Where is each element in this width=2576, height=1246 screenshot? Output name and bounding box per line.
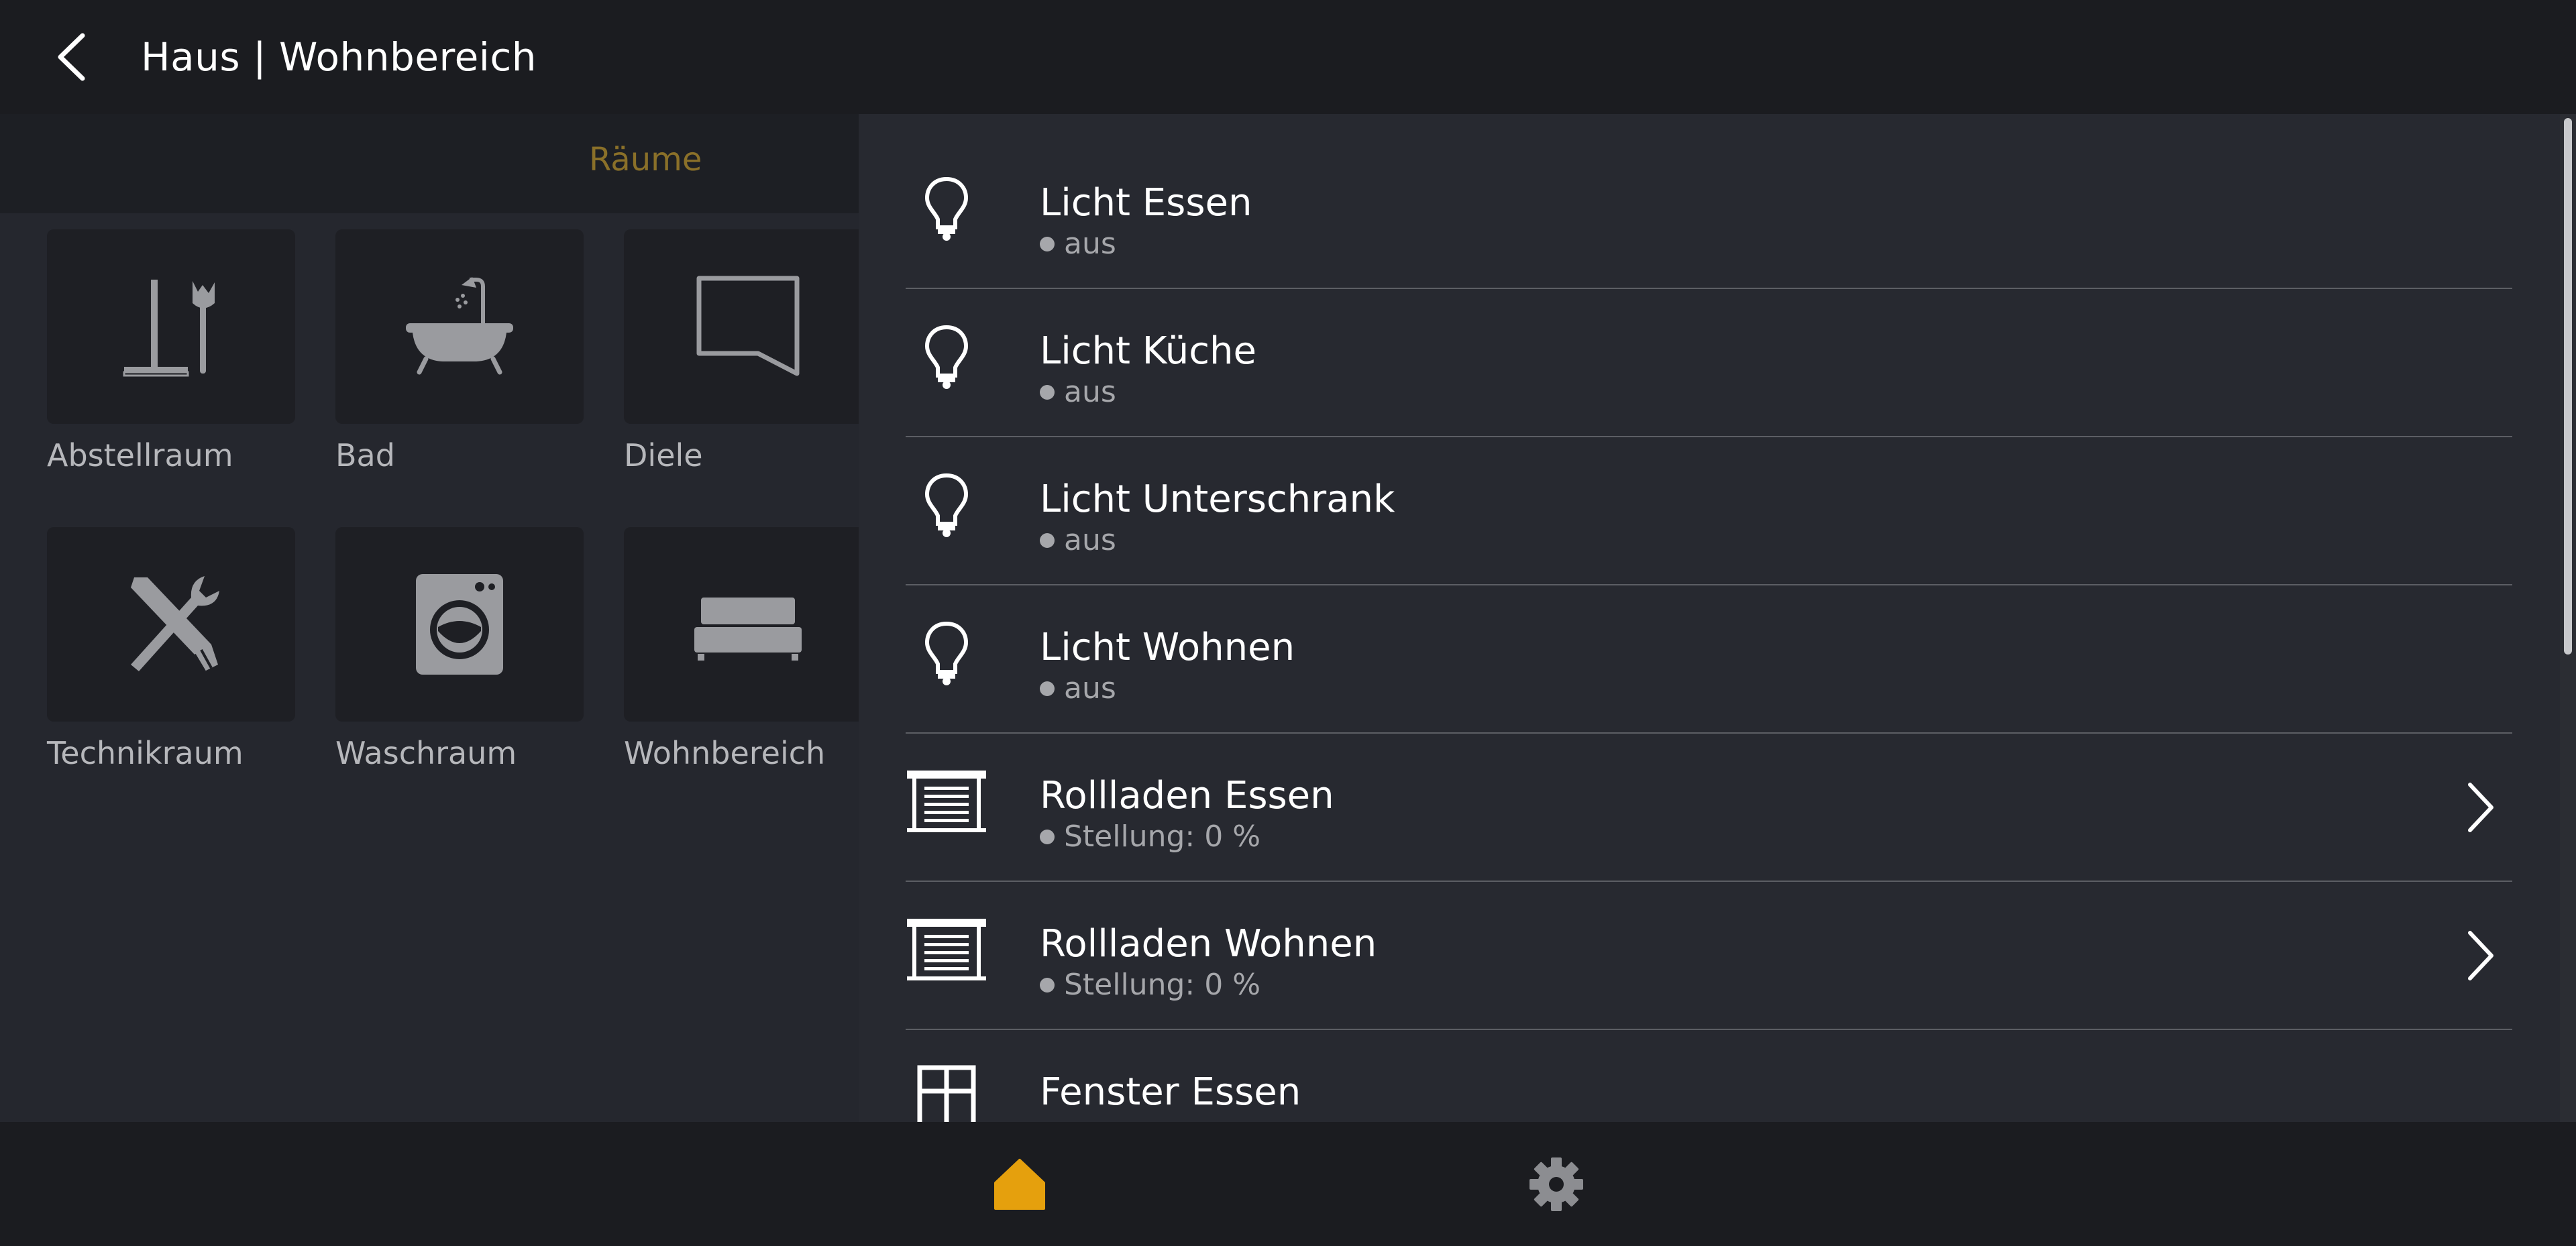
device-row-licht-kueche[interactable]: Licht Küche aus (906, 289, 2512, 437)
room-label: Technikraum (47, 735, 244, 771)
hallway-icon (696, 276, 800, 376)
lightbulb-icon (906, 168, 987, 249)
status-text: Stellung: 0 % (1064, 819, 1261, 854)
top-bar: Haus | Wohnbereich (0, 0, 2576, 114)
status-dot (1040, 681, 1055, 696)
chevron-right-icon[interactable] (2453, 781, 2507, 834)
device-row-rollladen-wohnen[interactable]: Rollladen Wohnen Stellung: 0 % (906, 882, 2512, 1030)
settings-button[interactable] (1519, 1147, 1593, 1221)
device-row-rollladen-essen[interactable]: Rollladen Essen Stellung: 0 % (906, 734, 2512, 882)
gear-icon (1529, 1157, 1583, 1211)
scrollbar[interactable] (2560, 114, 2576, 1122)
room-technikraum[interactable]: Technikraum (47, 527, 295, 775)
device-status: Stellung: 0 % (1040, 968, 1260, 1002)
status-dot (1040, 236, 1055, 251)
home-icon (994, 1159, 1045, 1210)
room-tile (335, 527, 584, 722)
status-text: aus (1064, 227, 1116, 261)
roller-shutter-icon (906, 909, 987, 990)
device-status: Stellung: 0 % (1040, 819, 1260, 854)
lightbulb-icon (906, 464, 987, 546)
room-label: Abstellraum (47, 437, 233, 473)
room-label: Diele (624, 437, 703, 473)
room-tile (47, 229, 295, 424)
tab-raeume[interactable]: Räume (589, 141, 702, 178)
device-status: aus (1040, 671, 1116, 705)
tools-icon (131, 576, 219, 673)
room-waschraum[interactable]: Waschraum (335, 527, 584, 775)
bathtub-icon (406, 277, 513, 375)
broom-mop-icon (123, 280, 215, 377)
chevron-left-icon (58, 33, 85, 81)
chevron-right-icon[interactable] (2453, 929, 2507, 982)
status-text: aus (1064, 523, 1116, 557)
device-status: aus (1040, 523, 1116, 557)
room-tile (335, 229, 584, 424)
back-button[interactable] (32, 17, 113, 97)
status-dot (1040, 532, 1055, 548)
room-label: Bad (335, 437, 395, 473)
room-bad[interactable]: Bad (335, 229, 584, 477)
device-name: Fenster Essen (1040, 1070, 1301, 1114)
room-wohnbereich[interactable]: Wohnbereich (624, 527, 859, 775)
status-text: aus (1064, 671, 1116, 705)
device-row-licht-wohnen[interactable]: Licht Wohnen aus (906, 585, 2512, 734)
device-status: aus (1040, 375, 1116, 409)
status-text: Stellung: 0 % (1064, 968, 1261, 1002)
device-list: Licht Essen aus Licht Küche aus Licht Un… (906, 141, 2576, 1122)
room-tile (624, 527, 859, 722)
room-diele[interactable]: Diele (624, 229, 859, 477)
device-row-fenster-essen[interactable]: Fenster Essen (906, 1030, 2512, 1122)
rooms-panel: Räume Abstellraum Bad Diele Technikraum … (0, 114, 859, 1122)
device-name: Licht Wohnen (1040, 626, 1295, 669)
room-abstellraum[interactable]: Abstellraum (47, 229, 295, 477)
status-dot (1040, 384, 1055, 400)
room-label: Waschraum (335, 735, 517, 771)
home-button[interactable] (983, 1147, 1057, 1221)
window-icon (906, 1057, 987, 1122)
device-status: aus (1040, 227, 1116, 261)
scrollbar-thumb[interactable] (2564, 118, 2572, 655)
device-name: Licht Küche (1040, 329, 1256, 373)
device-row-licht-unterschrank[interactable]: Licht Unterschrank aus (906, 437, 2512, 585)
device-row-licht-essen[interactable]: Licht Essen aus (906, 141, 2512, 289)
lightbulb-icon (906, 316, 987, 398)
device-name: Rollladen Wohnen (1040, 922, 1377, 966)
room-tile (624, 229, 859, 424)
washing-machine-icon (416, 574, 503, 675)
device-name: Licht Essen (1040, 181, 1252, 225)
tab-strip: Räume (0, 114, 859, 213)
room-label: Wohnbereich (624, 735, 826, 771)
lightbulb-icon (906, 612, 987, 694)
device-panel: Licht Essen aus Licht Küche aus Licht Un… (859, 114, 2576, 1122)
status-dot (1040, 829, 1055, 844)
device-name: Rollladen Essen (1040, 774, 1334, 817)
sofa-icon (694, 598, 802, 661)
page-title: Haus | Wohnbereich (141, 34, 537, 80)
status-dot (1040, 977, 1055, 993)
roller-shutter-icon (906, 760, 987, 842)
status-text: aus (1064, 375, 1116, 409)
bottom-navigation (0, 1122, 2576, 1246)
room-tile (47, 527, 295, 722)
device-name: Licht Unterschrank (1040, 477, 1395, 521)
